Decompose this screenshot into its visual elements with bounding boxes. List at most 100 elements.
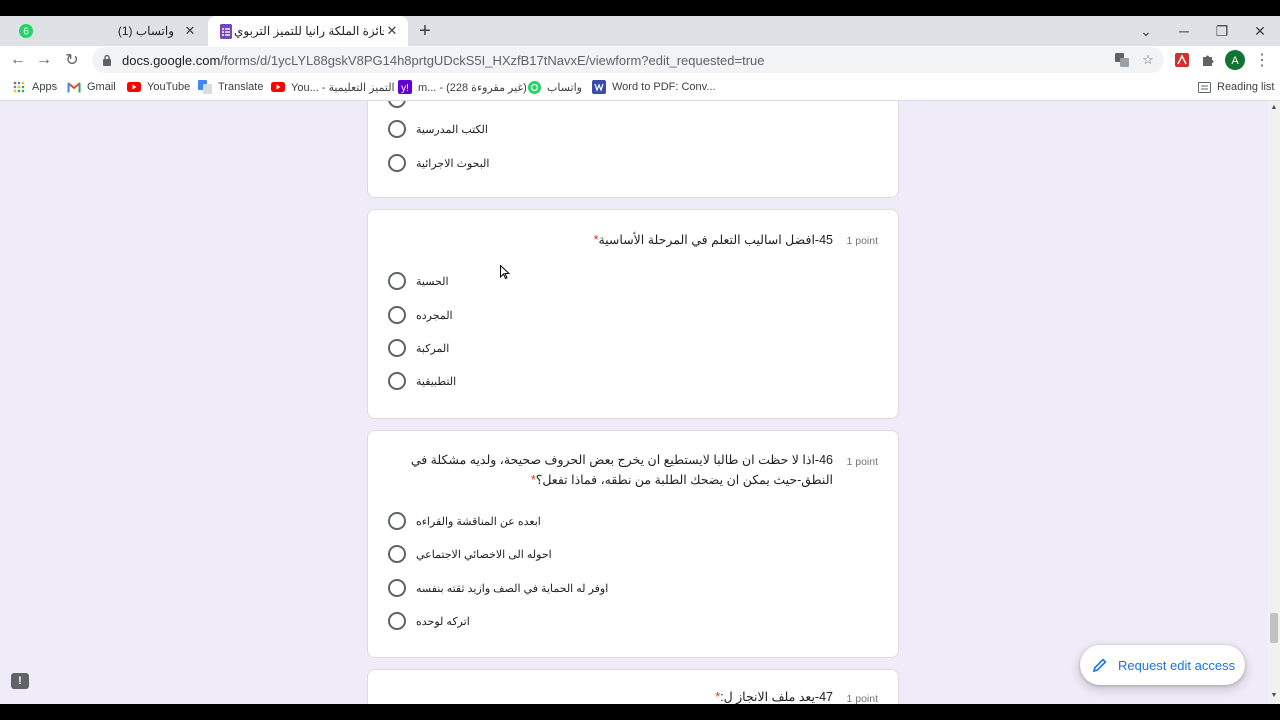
- translate-page-icon[interactable]: [1114, 52, 1130, 68]
- bookmark-gmail[interactable]: Gmail: [67, 74, 116, 100]
- browser-toolbar: ← → ↻ docs.google.com/forms/d/1ycLYL88gs…: [0, 46, 1280, 74]
- option-label: التطبيقية: [416, 375, 457, 388]
- gmail-icon: [67, 80, 81, 94]
- radio-button[interactable]: [388, 512, 406, 530]
- maximize-icon[interactable]: ❐: [1207, 16, 1237, 46]
- browser-menu-icon[interactable]: ⋮: [1251, 50, 1273, 70]
- option-item[interactable]: الحسية: [388, 271, 449, 291]
- scroll-up-icon[interactable]: ▲: [1268, 103, 1280, 113]
- option-item[interactable]: المجرده: [388, 305, 453, 325]
- option-item[interactable]: ابعده عن المناقشة والقراءه: [388, 511, 541, 531]
- bookmark-translate[interactable]: Translate: [198, 74, 263, 100]
- tab-strip: 6 (1) واتساب ✕ جائزة الملكة رانيا للتميز…: [0, 16, 1280, 46]
- yahoo-mail-icon: y!: [398, 80, 412, 94]
- bookmark-yahoo-mail[interactable]: y! m... - (228 غير مقروءة): [398, 74, 527, 100]
- bookmark-label: واتساب: [547, 81, 582, 94]
- tab-whatsapp[interactable]: 6 (1) واتساب ✕: [8, 16, 206, 46]
- page-scrollbar[interactable]: ▲ ▼: [1268, 101, 1280, 704]
- bookmark-whatsapp[interactable]: واتساب: [527, 74, 582, 100]
- close-window-icon[interactable]: ✕: [1245, 16, 1275, 46]
- screen-top-border: [0, 0, 1280, 16]
- bookmark-star-icon[interactable]: ☆: [1140, 52, 1156, 68]
- bookmark-label: Word to PDF: Conv...: [612, 81, 716, 93]
- word-to-pdf-icon: [592, 80, 606, 94]
- tab-search-icon[interactable]: ⌄: [1131, 16, 1161, 46]
- points-label: 1 point: [846, 235, 878, 247]
- option-item[interactable]: التطبيقية: [388, 371, 456, 391]
- question-card-45: 45-افضل اساليب التعلم في المرحلة الأساسي…: [367, 209, 899, 419]
- question-text: 45-افضل اساليب التعلم في المرحلة الأساسي…: [598, 233, 833, 247]
- radio-button[interactable]: [388, 372, 406, 390]
- option-item[interactable]: المركبة: [388, 338, 449, 358]
- apps-grid-icon: [12, 80, 26, 94]
- option-label: البحوث الاجرائية: [416, 157, 490, 170]
- svg-text:A: A: [1231, 55, 1239, 67]
- bookmark-label: m... - (228 غير مقروءة): [418, 81, 527, 94]
- extensions-puzzle-icon[interactable]: [1197, 50, 1219, 70]
- radio-button[interactable]: [388, 120, 406, 138]
- whatsapp-icon: [527, 80, 541, 94]
- bookmark-label: Translate: [218, 81, 264, 93]
- forward-icon[interactable]: →: [33, 50, 55, 70]
- youtube-icon: [271, 80, 285, 94]
- option-item[interactable]: الكتب المدرسية: [388, 119, 488, 139]
- close-tab-icon[interactable]: ✕: [384, 23, 400, 39]
- option-item[interactable]: اتركه لوحده: [388, 611, 470, 631]
- option-label: احوله الى الاخصائي الاجتماعي: [416, 548, 552, 561]
- option-partial[interactable]: [388, 101, 406, 109]
- url-path: /forms/d/1ycLYL88gskV8PG14h8prtgUDckS5I_…: [220, 52, 765, 68]
- url-text: docs.google.com/forms/d/1ycLYL88gskV8PG1…: [122, 53, 765, 68]
- reading-list-icon: [1197, 80, 1211, 94]
- request-edit-label: Request edit access: [1118, 657, 1236, 673]
- bookmark-word-to-pdf[interactable]: Word to PDF: Conv...: [592, 74, 716, 100]
- address-bar[interactable]: docs.google.com/forms/d/1ycLYL88gskV8PG1…: [92, 47, 1164, 73]
- points-label: 1 point: [846, 693, 878, 704]
- option-label: اوفر له الحماية في الصف وازيد ثقته بنفسه: [416, 582, 609, 595]
- request-edit-access-button[interactable]: Request edit access: [1080, 645, 1245, 685]
- bookmarks-bar: Apps Gmail YouTube Translate You... - ال…: [0, 74, 1280, 101]
- back-icon[interactable]: ←: [7, 50, 29, 70]
- acrobat-extension-icon[interactable]: [1171, 50, 1193, 70]
- report-feedback-icon[interactable]: !: [11, 673, 29, 689]
- tab-title: جائزة الملكة رانيا للتميز التربوي: [234, 24, 384, 38]
- option-label: المركبة: [416, 342, 450, 355]
- radio-button[interactable]: [388, 545, 406, 563]
- google-forms-icon: [218, 23, 234, 39]
- bookmark-youtube[interactable]: YouTube: [127, 74, 190, 100]
- option-label: ابعده عن المناقشة والقراءه: [416, 515, 541, 528]
- reload-icon[interactable]: ↻: [61, 50, 83, 70]
- svg-text:6: 6: [23, 27, 29, 38]
- minimize-icon[interactable]: ─: [1169, 16, 1199, 46]
- new-tab-icon[interactable]: +: [416, 16, 434, 46]
- scroll-down-icon[interactable]: ▼: [1268, 691, 1280, 701]
- option-item[interactable]: اوفر له الحماية في الصف وازيد ثقته بنفسه: [388, 578, 608, 598]
- option-item[interactable]: احوله الى الاخصائي الاجتماعي: [388, 544, 552, 564]
- option-label: اتركه لوحده: [416, 615, 470, 628]
- bookmark-youtube-channel[interactable]: You... - التميز التعليمية: [271, 74, 395, 100]
- form-page: الكتب المدرسية البحوث الاجرائية 45-افضل …: [0, 101, 1268, 704]
- radio-button[interactable]: [388, 154, 406, 172]
- svg-text:y!: y!: [401, 83, 409, 94]
- whatsapp-badge-icon: 6: [18, 23, 34, 39]
- tab-title: (1) واتساب: [117, 24, 174, 38]
- radio-button[interactable]: [388, 101, 406, 108]
- tab-google-form[interactable]: جائزة الملكة رانيا للتميز التربوي ✕: [208, 16, 408, 46]
- radio-button[interactable]: [388, 272, 406, 290]
- option-item[interactable]: البحوث الاجرائية: [388, 153, 489, 173]
- question-card-47: 47-يعد ملف الانجاز ل:* 1 point: [367, 669, 899, 704]
- radio-button[interactable]: [388, 339, 406, 357]
- radio-button[interactable]: [388, 612, 406, 630]
- radio-button[interactable]: [388, 306, 406, 324]
- close-tab-icon[interactable]: ✕: [182, 23, 198, 39]
- question-text: 47-يعد ملف الانجاز ل:: [720, 690, 833, 704]
- points-label: 1 point: [846, 456, 878, 468]
- mouse-cursor-icon: [500, 265, 510, 280]
- option-label: الحسية: [416, 275, 449, 288]
- bookmark-label: Apps: [32, 81, 58, 93]
- radio-button[interactable]: [388, 579, 406, 597]
- profile-avatar[interactable]: A: [1224, 50, 1246, 70]
- scrollbar-thumb[interactable]: [1270, 613, 1278, 643]
- question-title: 45-افضل اساليب التعلم في المرحلة الأساسي…: [388, 230, 833, 250]
- reading-list-button[interactable]: Reading list: [1197, 74, 1274, 100]
- bookmark-apps[interactable]: Apps: [12, 74, 57, 100]
